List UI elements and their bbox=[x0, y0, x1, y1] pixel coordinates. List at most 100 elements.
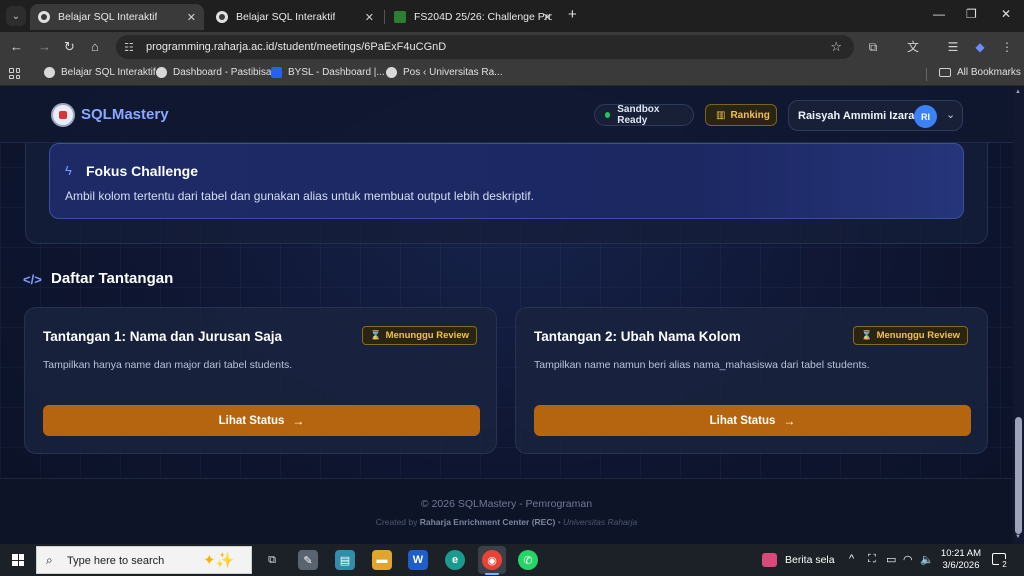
credit-org-link[interactable]: Raharja Enrichment Center (REC) bbox=[420, 517, 556, 527]
tab-separator bbox=[384, 10, 385, 24]
volume-icon[interactable]: 🔈 bbox=[920, 553, 934, 566]
view-status-button[interactable]: Lihat Status → bbox=[534, 405, 971, 436]
bookmark-favicon-icon bbox=[271, 67, 282, 78]
back-icon[interactable]: ← bbox=[10, 39, 23, 54]
page-scrollbar[interactable]: ▲ ▼ bbox=[1013, 87, 1024, 544]
edge-browser-icon[interactable]: e bbox=[445, 550, 465, 570]
chevron-up-icon[interactable]: ^ bbox=[849, 553, 854, 565]
address-bar[interactable]: ☷ programming.raharja.ac.id/student/meet… bbox=[116, 35, 854, 59]
scrollbar-thumb[interactable] bbox=[1015, 417, 1022, 534]
apps-grid-icon[interactable] bbox=[9, 68, 20, 79]
avatar: RI bbox=[914, 105, 937, 128]
network-icon[interactable]: ⛶ bbox=[868, 553, 876, 566]
task-view-icon[interactable]: ⧉ bbox=[262, 550, 282, 570]
search-icon: ⌕ bbox=[46, 553, 53, 567]
challenge-description: Tampilkan hanya name dan major dari tabe… bbox=[43, 359, 293, 371]
ranking-button[interactable]: ▥ Ranking bbox=[705, 104, 777, 126]
bookmark-label: BYSL - Dashboard |... bbox=[288, 67, 385, 78]
bookmark-label: Pos ‹ Universitas Ra... bbox=[403, 67, 503, 78]
notification-count: 2 bbox=[999, 559, 1010, 570]
search-placeholder: Type here to search bbox=[67, 555, 165, 567]
university-logo-icon[interactable] bbox=[51, 103, 75, 127]
focus-description: Ambil kolom tertentu dari tabel dan guna… bbox=[65, 189, 534, 203]
whatsapp-icon[interactable]: ✆ bbox=[518, 550, 538, 570]
browser-tab-1[interactable]: Belajar SQL Interaktif ✕ bbox=[30, 4, 204, 30]
bookmark-item[interactable]: Pos ‹ Universitas Ra... bbox=[386, 67, 502, 78]
focus-title: Fokus Challenge bbox=[86, 163, 199, 179]
chrome-browser-icon[interactable]: ◉ bbox=[482, 550, 502, 570]
brand-name[interactable]: SQLMastery bbox=[81, 106, 169, 123]
browser-tab-3[interactable]: FS204D 25/26: Challenge Progr ✕ bbox=[386, 4, 560, 30]
new-tab-icon[interactable]: + bbox=[568, 6, 577, 23]
credit-university: Universitas Raharja bbox=[563, 517, 638, 527]
browser-tab-2[interactable]: Belajar SQL Interaktif ✕ bbox=[208, 4, 382, 30]
restore-icon[interactable]: ❐ bbox=[966, 7, 977, 21]
notification-center-icon[interactable]: 2 bbox=[992, 553, 1010, 570]
window-close-icon[interactable]: ✕ bbox=[1001, 7, 1011, 21]
bookmark-item[interactable]: Belajar SQL Interaktif bbox=[44, 67, 156, 78]
clock-time: 10:21 AM bbox=[940, 548, 982, 559]
tab-label: Belajar SQL Interaktif bbox=[58, 11, 158, 23]
credit-line: Created by Raharja Enrichment Center (RE… bbox=[0, 517, 1013, 527]
status-label: Menunggu Review bbox=[385, 330, 469, 341]
tab-close-icon[interactable]: ✕ bbox=[543, 11, 552, 24]
windows-start-icon[interactable] bbox=[12, 554, 24, 566]
status-badge: ⌛ Menunggu Review bbox=[362, 326, 477, 345]
button-label: Lihat Status bbox=[218, 414, 285, 427]
reload-icon[interactable]: ↻ bbox=[64, 39, 75, 55]
site-info-icon[interactable]: ☷ bbox=[124, 41, 140, 54]
system-clock[interactable]: 10:21 AM 3/6/2026 bbox=[940, 548, 982, 572]
challenge-title: Tantangan 2: Ubah Nama Kolom bbox=[534, 329, 741, 344]
chrome-menu-icon[interactable]: ⋮ bbox=[1000, 40, 1014, 54]
clock-date: 3/6/2026 bbox=[942, 560, 980, 571]
news-widget-label[interactable]: Berita sela bbox=[785, 554, 835, 566]
paint-app-icon[interactable]: ✎ bbox=[298, 550, 318, 570]
bookmarks-bar: Belajar SQL Interaktif Dashboard - Pasti… bbox=[0, 62, 1024, 86]
status-dot-icon bbox=[605, 112, 611, 118]
tab-label: FS204D 25/26: Challenge Progr bbox=[414, 11, 552, 23]
media-queue-icon[interactable]: ☰ bbox=[946, 40, 960, 54]
tab-close-icon[interactable]: ✕ bbox=[187, 11, 196, 24]
translate-icon[interactable]: 文 bbox=[906, 40, 920, 54]
moodle-favicon-icon bbox=[394, 11, 406, 23]
extensions-icon[interactable]: ⧉ bbox=[866, 40, 880, 54]
challenge-title: Tantangan 1: Nama dan Jurusan Saja bbox=[43, 329, 283, 344]
minimize-icon[interactable]: — bbox=[933, 7, 945, 21]
bookmark-label: Belajar SQL Interaktif bbox=[61, 67, 156, 78]
file-explorer-icon[interactable]: ▬ bbox=[372, 550, 392, 570]
view-status-button[interactable]: Lihat Status → bbox=[43, 405, 480, 436]
arrow-right-icon: → bbox=[292, 413, 305, 428]
bookmark-favicon-icon bbox=[44, 67, 55, 78]
bookmark-item[interactable]: BYSL - Dashboard |... bbox=[271, 67, 385, 78]
scroll-up-icon[interactable]: ▲ bbox=[1015, 89, 1021, 95]
bookmark-star-icon[interactable]: ☆ bbox=[830, 39, 842, 55]
page-footer: © 2026 SQLMastery - Pemrograman Created … bbox=[0, 478, 1013, 544]
home-icon[interactable]: ⌂ bbox=[91, 39, 99, 54]
ranking-label: Ranking bbox=[730, 109, 770, 121]
folder-icon bbox=[939, 68, 951, 77]
copyright-text: © 2026 SQLMastery - Pemrograman bbox=[420, 498, 593, 510]
globe-icon bbox=[156, 67, 167, 78]
tab-close-icon[interactable]: ✕ bbox=[365, 11, 374, 24]
bookmark-item[interactable]: Dashboard - Pastibisa bbox=[156, 67, 271, 78]
word-app-icon[interactable]: W bbox=[408, 550, 428, 570]
wifi-icon[interactable]: ◠ bbox=[903, 553, 913, 566]
tab-search-menu-icon[interactable]: ⌄ bbox=[6, 6, 26, 26]
page-viewport: SQLMastery Sandbox Ready ▥ Ranking Raisy… bbox=[0, 87, 1024, 544]
battery-icon[interactable]: ▭ bbox=[886, 553, 896, 566]
browser-tab-bar: ⌄ Belajar SQL Interaktif ✕ Belajar SQL I… bbox=[0, 0, 1024, 32]
url-text[interactable]: programming.raharja.ac.id/student/meetin… bbox=[146, 41, 446, 53]
user-menu-button[interactable]: Raisyah Ammimi Izara RI ⌄ bbox=[788, 100, 963, 131]
all-bookmarks-button[interactable]: All Bookmarks bbox=[939, 67, 1021, 78]
forward-icon[interactable]: → bbox=[38, 39, 51, 54]
notes-app-icon[interactable]: ▤ bbox=[335, 550, 355, 570]
hourglass-icon: ⌛ bbox=[861, 330, 873, 340]
section-title: Daftar Tantangan bbox=[51, 270, 174, 287]
scroll-down-icon[interactable]: ▼ bbox=[1015, 534, 1021, 540]
news-widget-icon[interactable] bbox=[762, 553, 777, 567]
sandbox-status-badge: Sandbox Ready bbox=[594, 104, 694, 126]
lightning-icon: ϟ bbox=[65, 163, 72, 178]
windows-taskbar: ⌕ Type here to search ✦✨ ⧉ ✎ ▤ ▬ W e ◉ ✆… bbox=[0, 544, 1024, 576]
profile-icon[interactable]: ◆ bbox=[973, 40, 987, 54]
taskbar-search-box[interactable]: ⌕ Type here to search ✦✨ bbox=[36, 546, 252, 574]
